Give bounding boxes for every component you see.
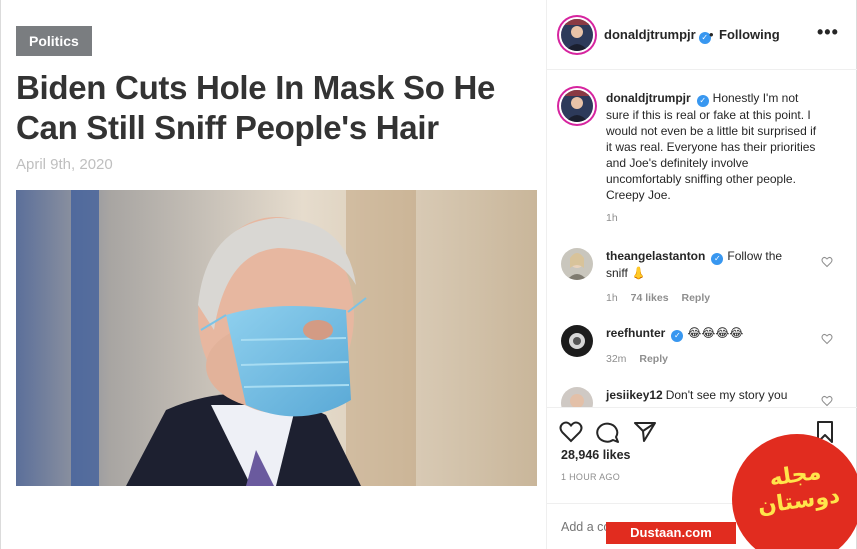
comments-list[interactable]: donaldjtrumpjr ✓ Honestly I'm not sure if … (547, 71, 857, 407)
post-header: donaldjtrumpjr ✓ • Following ••• (547, 0, 857, 70)
category-tag: Politics (16, 26, 92, 56)
caption-text-block: donaldjtrumpjr ✓ Honestly I'm not sure if … (606, 90, 821, 203)
commenter-avatar[interactable] (561, 325, 593, 357)
share-paper-plane-icon[interactable] (633, 420, 657, 444)
comment-likes[interactable]: 74 likes (631, 292, 669, 304)
commenter-avatar[interactable] (561, 387, 593, 407)
like-comment-heart-icon[interactable] (821, 395, 833, 407)
post-timestamp[interactable]: 1 HOUR AGO (561, 472, 620, 482)
like-comment-heart-icon[interactable] (821, 333, 833, 345)
reply-button[interactable]: Reply (681, 292, 710, 304)
post-image-area: Politics Biden Cuts Hole In Mask So He C… (0, 0, 546, 549)
verified-badge-icon: ✓ (671, 330, 684, 342)
separator-dot: • (709, 27, 714, 42)
comment-text: Don't see my story you (665, 388, 788, 402)
caption-meta: 1h (606, 212, 628, 224)
author-username[interactable]: donaldjtrumpjr ✓ (604, 27, 711, 44)
comment-bubble-icon[interactable] (596, 420, 620, 444)
article-date: April 9th, 2020 (16, 156, 113, 173)
comment-meta: 32m Reply (606, 353, 678, 365)
like-heart-icon[interactable] (559, 420, 583, 444)
like-comment-heart-icon[interactable] (821, 256, 833, 268)
comment-username[interactable]: reefhunter (606, 326, 665, 340)
commenter-avatar[interactable] (561, 248, 593, 280)
comment-meta: 1h 74 likes Reply (606, 292, 720, 304)
comment-username[interactable]: theangelastanton (606, 249, 705, 263)
watermark-site: Dustaan.com (606, 522, 736, 544)
comment-username[interactable]: jesiikey12 (606, 388, 663, 402)
likes-count[interactable]: 28,946 likes (561, 448, 631, 462)
following-button[interactable]: Following (719, 27, 780, 42)
comment-time[interactable]: 1h (606, 292, 618, 304)
caption-text: Honestly I'm not sure if this is real or… (606, 91, 817, 202)
comment-text-block: theangelastanton ✓ Follow the sniff 👃 (606, 248, 806, 281)
caption-time[interactable]: 1h (606, 212, 618, 224)
caption-username[interactable]: donaldjtrumpjr (606, 91, 691, 105)
comment-text-block: jesiikey12 Don't see my story you (606, 387, 806, 403)
comment-time[interactable]: 32m (606, 353, 626, 365)
author-avatar[interactable] (561, 19, 593, 51)
comment-text-block: reefhunter ✓ 😂😂😂😂 (606, 325, 806, 342)
author-username-text[interactable]: donaldjtrumpjr (604, 27, 696, 42)
reply-button[interactable]: Reply (639, 353, 668, 365)
article-headline: Biden Cuts Hole In Mask So He Can Still … (16, 69, 496, 146)
caption-avatar[interactable] (561, 90, 593, 122)
comment-text: 😂😂😂😂 (687, 326, 744, 340)
more-options-icon[interactable]: ••• (817, 22, 839, 43)
article-photo (16, 190, 537, 486)
verified-badge-icon: ✓ (711, 253, 724, 265)
verified-badge-icon: ✓ (696, 95, 709, 107)
